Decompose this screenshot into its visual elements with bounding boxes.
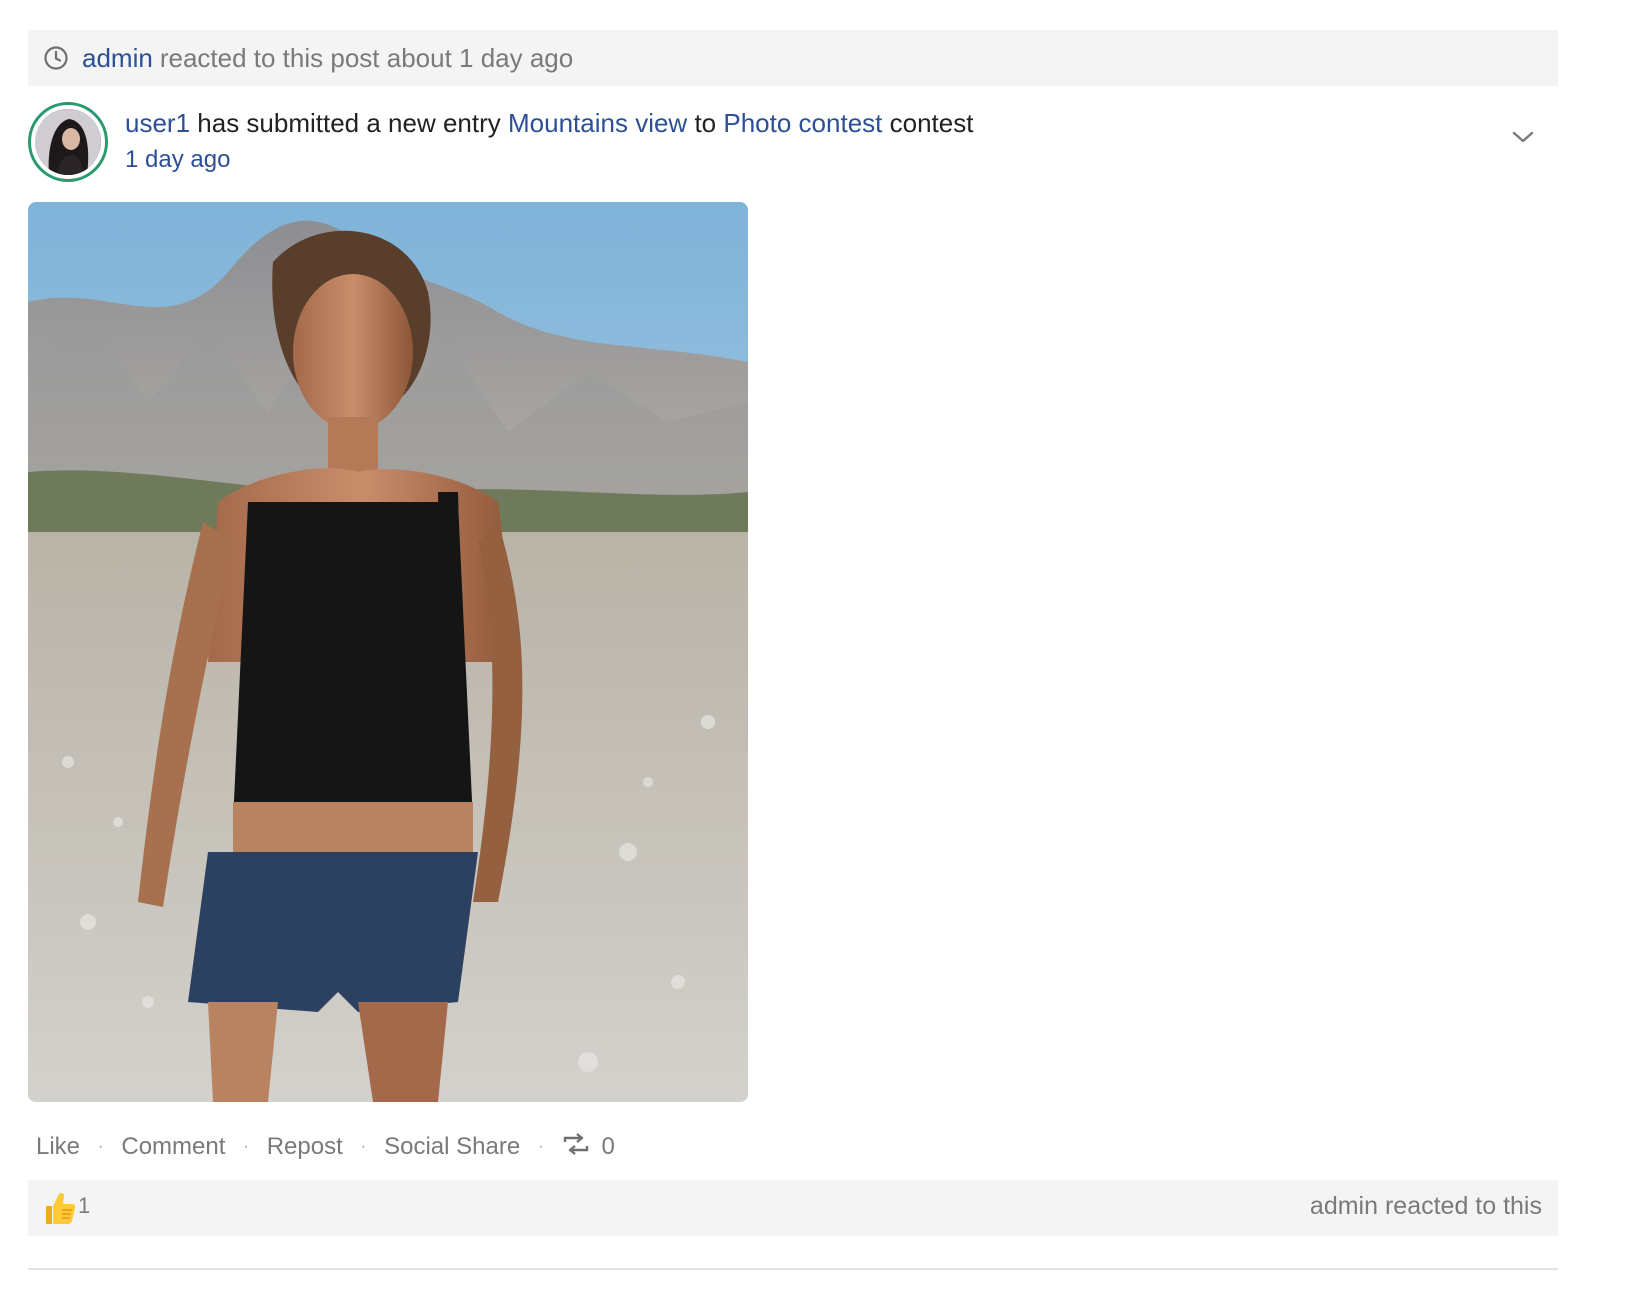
suffix-text: contest [889,108,974,138]
entry-photo[interactable] [28,202,748,1102]
avatar-image [35,109,101,175]
repost-counter[interactable]: 0 [562,1132,615,1162]
repost-count-value: 0 [601,1133,615,1160]
divider [28,1268,1558,1270]
like-button[interactable]: Like [36,1133,80,1161]
repost-icon [562,1132,590,1162]
action-separator: · [243,1138,249,1155]
repost-button[interactable]: Repost [267,1133,343,1161]
reactions-summary-bar: 1 admin reacted to this [28,1180,1558,1236]
post-headline: user1 has submitted a new entry Mountain… [125,108,973,139]
action-separator: · [538,1138,544,1155]
action-separator: · [98,1138,104,1155]
notice-text: reacted to this post about 1 day ago [159,42,574,73]
post-timestamp[interactable]: 1 day ago [125,146,230,174]
chevron-down-icon[interactable] [1508,122,1538,152]
notice-user-link[interactable]: admin [82,43,153,74]
avatar[interactable] [28,102,108,182]
reaction-notice-bar: admin reacted to this post about 1 day a… [28,30,1558,86]
contest-link[interactable]: Photo contest [723,108,882,138]
reactors-summary[interactable]: admin reacted to this [1310,1192,1542,1221]
action-separator: · [360,1138,367,1155]
connector-text: to [694,108,717,138]
action-text: has submitted a new entry [197,108,501,138]
comment-button[interactable]: Comment [121,1133,225,1161]
post-actions: Like · Comment · Repost · Social Share ·… [36,1127,615,1167]
entry-title-link[interactable]: Mountains view [508,108,687,138]
clock-icon [42,44,70,72]
reaction-count: 1 [78,1193,91,1218]
post-header: user1 has submitted a new entry Mountain… [28,102,1558,186]
thumbs-up-icon[interactable] [42,1190,78,1226]
social-share-button[interactable]: Social Share [384,1133,520,1161]
author-link[interactable]: user1 [125,108,190,138]
